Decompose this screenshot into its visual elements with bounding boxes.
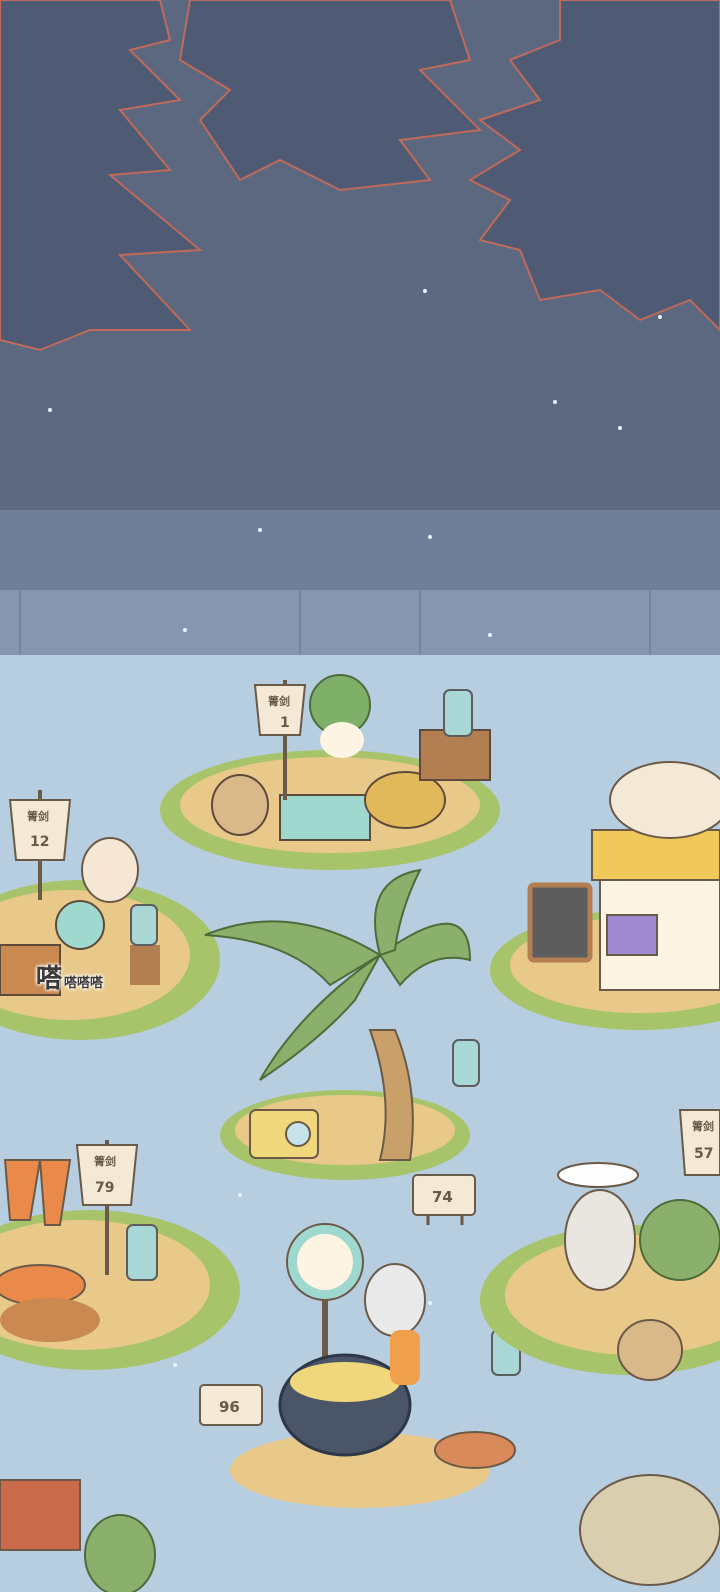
lantern-icon: [443, 689, 473, 737]
sign-label: 箐剑: [692, 1119, 714, 1133]
lantern-icon: [452, 1039, 480, 1087]
snow-bank: [0, 510, 720, 600]
captain-cat[interactable]: [564, 1189, 636, 1291]
otter-character[interactable]: [364, 1263, 426, 1337]
plate-sign-96: 96: [199, 1384, 263, 1426]
sign-label: 箐剑: [94, 1154, 116, 1168]
game-scene: 箐剑 1 箐剑 12 74 箐剑 79 96 箐剑 57: [0, 0, 720, 1592]
stall-number: 12: [30, 834, 49, 850]
stall-number: 57: [694, 1146, 713, 1162]
stall-sign-57: 箐剑 57: [678, 1109, 720, 1176]
sound-main: 嗒: [36, 964, 63, 994]
stall-number: 79: [95, 1180, 114, 1196]
plate-number: 96: [219, 1398, 240, 1416]
sound-effect-text: 嗒嗒嗒嗒: [36, 958, 103, 995]
lantern-icon: [130, 904, 158, 946]
sound-trail: 嗒嗒嗒: [64, 976, 104, 991]
bottom-right-rocks: [579, 1474, 720, 1586]
table: [279, 794, 371, 841]
plate-number: 74: [432, 1188, 453, 1206]
stall-number: 1: [280, 715, 290, 731]
cat-icon[interactable]: [81, 837, 139, 903]
sign-label: 箐剑: [268, 694, 290, 708]
fence: [0, 590, 720, 660]
cabbage-icon: [639, 1199, 720, 1281]
lantern-icon: [126, 1224, 158, 1281]
sign-label: 箐剑: [27, 809, 49, 823]
menu-board-icon[interactable]: [527, 882, 593, 963]
